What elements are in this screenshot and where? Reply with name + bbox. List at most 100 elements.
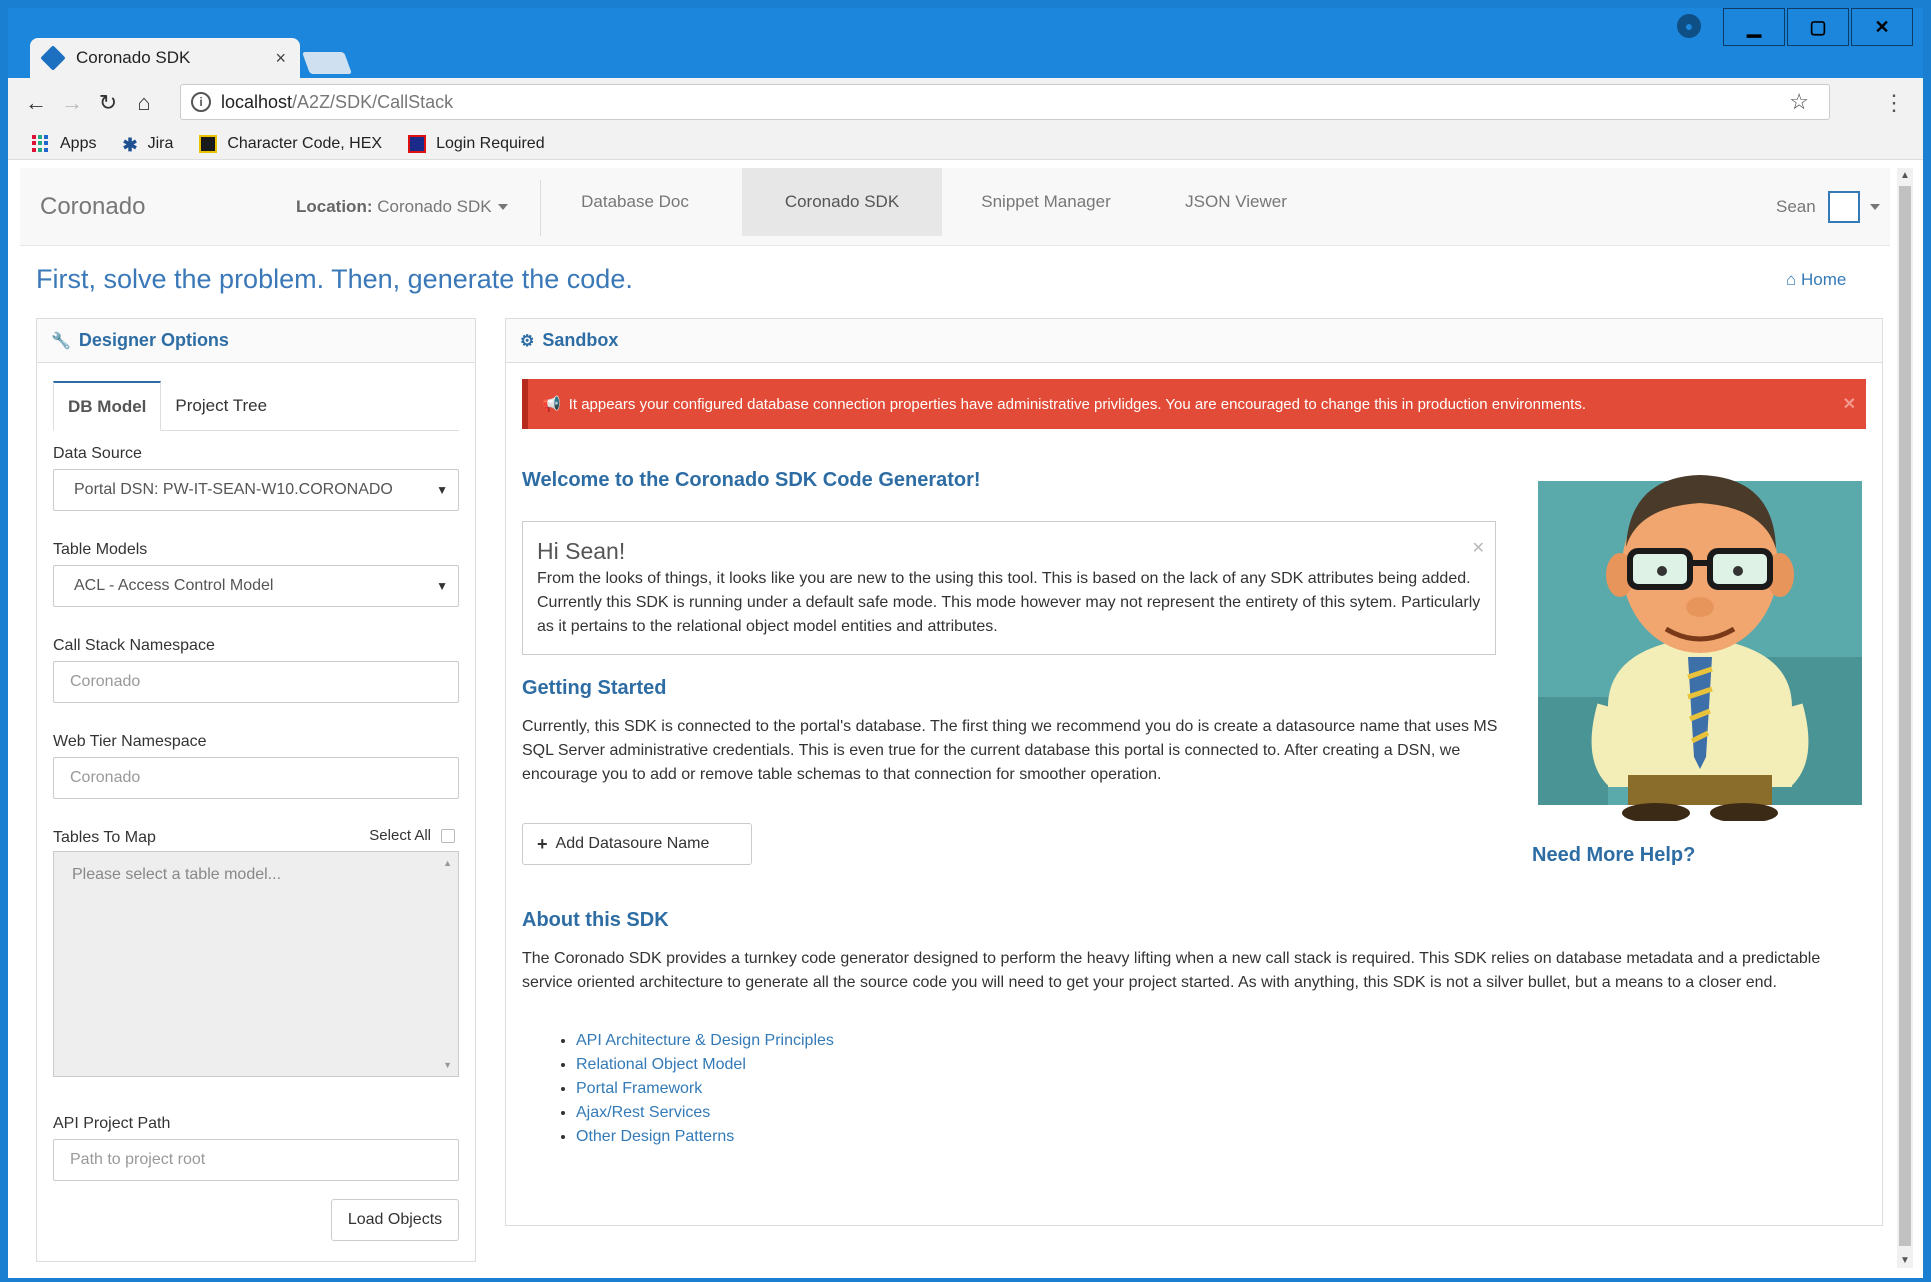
message-close-icon[interactable]: ✕: [1472, 538, 1485, 558]
api-path-input[interactable]: Path to project root: [53, 1139, 459, 1181]
page-title: First, solve the problem. Then, generate…: [36, 264, 633, 294]
table-models-value: ACL - Access Control Model: [74, 577, 274, 594]
tab-project-tree[interactable]: Project Tree: [161, 381, 281, 431]
table-models-label: Table Models: [53, 541, 148, 558]
data-source-label: Data Source: [53, 445, 142, 462]
designer-tabs: DB Model Project Tree: [53, 381, 459, 431]
browser-window: ● ▁ ▢ ✕ Coronado SDK × ← → ↻ ⌂ i localho…: [8, 8, 1923, 1278]
hi-title: Hi Sean!: [537, 538, 626, 564]
bookmark-jira[interactable]: ✱ Jira: [122, 134, 174, 155]
load-objects-button[interactable]: Load Objects: [331, 1199, 459, 1241]
bookmark-login-required[interactable]: Login Required: [408, 134, 545, 153]
scroll-thumb[interactable]: [1899, 186, 1911, 1246]
tables-placeholder: Please select a table model...: [72, 866, 282, 883]
address-bar[interactable]: i localhost/A2Z/SDK/CallStack ☆: [180, 84, 1830, 120]
web-tier-input[interactable]: Coronado: [53, 757, 459, 799]
reload-icon[interactable]: ↻: [90, 90, 126, 116]
welcome-message-box: Hi Sean! From the looks of things, it lo…: [522, 521, 1496, 655]
brand[interactable]: Coronado: [40, 193, 145, 221]
bookmark-label: Apps: [60, 134, 97, 152]
alert-close-icon[interactable]: ✕: [1843, 394, 1856, 414]
character-code-icon: [199, 134, 218, 153]
caret-down-icon: [497, 204, 508, 211]
cartoon-developer-image: [1538, 475, 1862, 821]
close-window-button[interactable]: ✕: [1851, 8, 1913, 46]
maximize-button[interactable]: ▢: [1787, 8, 1849, 46]
new-tab-button[interactable]: [301, 52, 353, 74]
select-caret-icon: ▼: [436, 579, 448, 593]
link-portal-framework[interactable]: Portal Framework: [576, 1077, 834, 1101]
sandbox-panel: ⚙ Sandbox 📢 It appears your configured d…: [505, 318, 1883, 1226]
select-all-checkbox[interactable]: [441, 828, 455, 843]
minimize-button[interactable]: ▁: [1723, 8, 1785, 46]
location-dropdown[interactable]: Location: Coronado SDK: [296, 197, 508, 217]
profile-icon[interactable]: ●: [1677, 14, 1701, 38]
login-required-icon: [408, 134, 427, 153]
select-all-control[interactable]: Select All: [369, 827, 455, 844]
location-value: Coronado SDK: [377, 196, 492, 216]
coronado-favicon-icon: [40, 45, 66, 71]
user-menu[interactable]: Sean: [1776, 190, 1880, 223]
info-icon[interactable]: i: [191, 92, 211, 112]
tab-title: Coronado SDK: [76, 48, 191, 67]
wrench-icon: 🔧: [51, 332, 71, 350]
help-illustration: [1538, 475, 1862, 821]
browser-tab[interactable]: Coronado SDK ×: [30, 38, 300, 78]
nav-link-snippet-manager[interactable]: Snippet Manager: [956, 168, 1136, 236]
sdk-links-list: API Architecture & Design Principles Rel…: [576, 1029, 834, 1149]
admin-warning-alert: 📢 It appears your configured database co…: [522, 379, 1866, 429]
about-heading: About this SDK: [522, 909, 669, 931]
select-all-label: Select All: [369, 827, 431, 844]
designer-options-panel: 🔧 Designer Options DB Model Project Tree…: [36, 318, 476, 1262]
scroll-down-icon[interactable]: ▼: [443, 1060, 452, 1070]
tab-db-model[interactable]: DB Model: [53, 381, 162, 431]
link-relational-object-model[interactable]: Relational Object Model: [576, 1053, 834, 1077]
url-path: /A2Z/SDK/CallStack: [292, 91, 454, 112]
bookmark-character-code[interactable]: Character Code, HEX: [199, 134, 383, 153]
add-datasource-label: Add Datasoure Name: [555, 835, 710, 852]
table-models-select[interactable]: ACL - Access Control Model ▼: [53, 565, 459, 607]
forward-arrow-icon[interactable]: →: [54, 90, 90, 116]
tables-to-map-label: Tables To Map: [53, 829, 156, 846]
add-datasource-button[interactable]: + Add Datasoure Name: [522, 823, 752, 865]
url-host: localhost: [221, 91, 293, 112]
home-link[interactable]: ⌂ Home: [1786, 270, 1846, 290]
panel-title: Sandbox: [542, 330, 619, 350]
web-page: Coronado Location: Coronado SDK Database…: [8, 160, 1923, 1278]
call-stack-input[interactable]: Coronado: [53, 661, 459, 703]
home-icon: ⌂: [1786, 270, 1797, 289]
gears-icon: ⚙: [520, 332, 535, 350]
bookmark-label: Jira: [147, 134, 174, 152]
nav-link-json-viewer[interactable]: JSON Viewer: [1156, 168, 1316, 236]
apps-grid-icon: [32, 134, 50, 153]
caret-down-icon: [1869, 203, 1880, 210]
bookmark-apps[interactable]: Apps: [32, 134, 97, 153]
link-api-architecture[interactable]: API Architecture & Design Principles: [576, 1029, 834, 1053]
location-label: Location:: [296, 196, 373, 216]
tables-to-map-list[interactable]: Please select a table model... ▲ ▼: [53, 851, 459, 1077]
page-scrollbar[interactable]: ▲ ▼: [1897, 168, 1913, 1268]
scroll-down-icon[interactable]: ▼: [1900, 1255, 1910, 1266]
link-ajax-rest-services[interactable]: Ajax/Rest Services: [576, 1101, 834, 1125]
nav-link-coronado-sdk[interactable]: Coronado SDK: [742, 168, 942, 236]
scroll-up-icon[interactable]: ▲: [1900, 170, 1910, 181]
bookmark-label: Login Required: [436, 134, 545, 152]
bullhorn-icon: 📢: [542, 396, 561, 413]
scroll-up-icon[interactable]: ▲: [443, 858, 452, 868]
data-source-select[interactable]: Portal DSN: PW-IT-SEAN-W10.CORONADO ▼: [53, 469, 459, 511]
bookmark-label: Character Code, HEX: [227, 134, 383, 152]
tab-close-icon[interactable]: ×: [275, 48, 286, 69]
api-path-label: API Project Path: [53, 1115, 171, 1132]
home-icon[interactable]: ⌂: [126, 90, 162, 116]
hi-text: From the looks of things, it looks like …: [537, 570, 1481, 635]
link-other-design-patterns[interactable]: Other Design Patterns: [576, 1125, 834, 1149]
window-controls: ▁ ▢ ✕: [1721, 8, 1913, 46]
back-arrow-icon[interactable]: ←: [18, 90, 54, 116]
bookmark-star-icon[interactable]: ☆: [1789, 89, 1809, 115]
web-tier-label: Web Tier Namespace: [53, 733, 207, 750]
data-source-value: Portal DSN: PW-IT-SEAN-W10.CORONADO: [74, 481, 393, 498]
nav-link-database-doc[interactable]: Database Doc: [560, 168, 710, 236]
browser-menu-icon[interactable]: ⋮: [1883, 90, 1905, 116]
panel-heading: 🔧 Designer Options: [37, 319, 475, 363]
need-more-help-link[interactable]: Need More Help?: [1532, 844, 1695, 867]
